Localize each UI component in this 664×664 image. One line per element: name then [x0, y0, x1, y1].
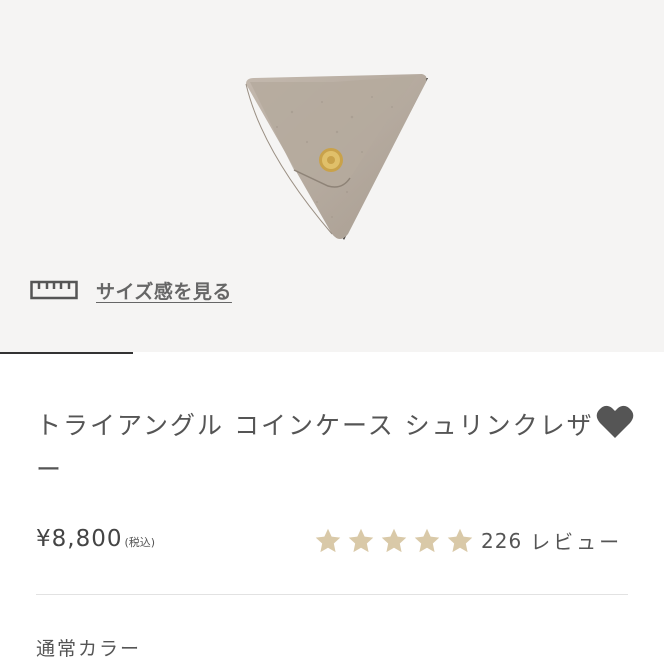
gallery-progress-bar — [0, 352, 664, 354]
star-icon — [414, 528, 440, 552]
review-count: 226 — [481, 528, 523, 553]
size-guide-link[interactable]: サイズ感を見る — [30, 274, 232, 306]
price-row: ¥8,800 (税込) — [36, 526, 155, 552]
favorite-button[interactable] — [596, 404, 634, 440]
size-guide-label: サイズ感を見る — [96, 280, 232, 303]
product-photo — [245, 74, 428, 240]
product-title: トライアングル コインケース シュリンクレザー — [36, 411, 594, 484]
product-title-row: トライアングル コインケース シュリンクレザー — [36, 404, 596, 492]
star-rating — [314, 527, 479, 555]
ruler-icon — [30, 280, 78, 300]
star-icon — [348, 528, 374, 552]
review-label: レビュー — [530, 530, 623, 554]
product-image-gallery[interactable]: サイズ感を見る — [0, 0, 664, 352]
heart-icon — [596, 405, 634, 438]
product-page: サイズ感を見る トライアングル コインケース シュリンクレザー ¥8,800 (… — [0, 0, 664, 664]
star-icon — [315, 528, 341, 552]
tax-note: (税込) — [124, 536, 156, 549]
divider — [36, 594, 628, 595]
product-price: ¥8,800 — [36, 526, 123, 552]
review-rating-link[interactable]: 226 レビュー — [314, 526, 622, 555]
gallery-progress-fill — [0, 352, 133, 354]
star-icon — [447, 528, 473, 552]
star-icon — [381, 528, 407, 552]
color-section-label: 通常カラー — [36, 638, 142, 660]
